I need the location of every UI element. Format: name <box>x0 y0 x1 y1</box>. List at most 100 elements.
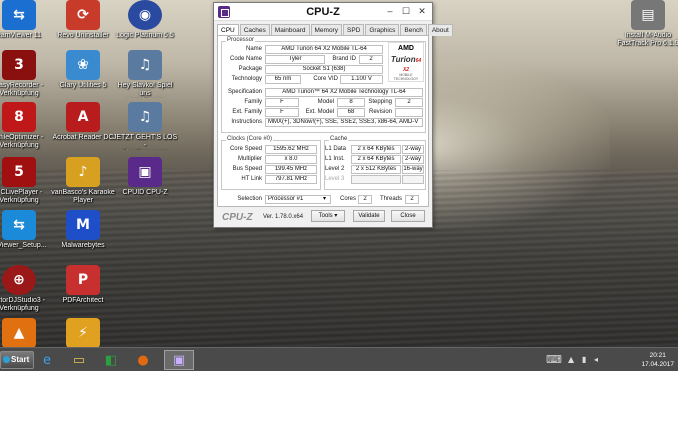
vanbasco-karaoke-icon: ♪ <box>66 157 100 187</box>
code-name-label: Code Name <box>229 56 262 62</box>
ext-family-value: F <box>265 108 299 117</box>
brand-id-label: Brand ID <box>332 56 356 62</box>
tools-button[interactable]: Tools ▾ <box>311 210 345 222</box>
desktop-icon-djstudio[interactable]: ⊕ aktorDJStudio3 - Verknüpfung <box>0 265 52 313</box>
brand-id-value: 2 <box>359 55 383 64</box>
desktop-icon-vlc-player[interactable]: ▲ playe <box>0 318 52 347</box>
bus-speed-label: Bus Speed <box>232 166 262 172</box>
bus-speed-value: 199.45 MHz <box>265 165 317 174</box>
cpuz-tabs: CPU Caches Mainboard Memory SPD Graphics… <box>214 21 453 37</box>
desktop-icon-pdfarchitect[interactable]: P PDFArchitect <box>50 265 116 305</box>
screen: ⇆ eamViewer 11 ⟳ Revo Uninstaller ◉ Logi… <box>0 0 690 431</box>
desktop-icon-winamp[interactable]: ⚡ <box>50 318 116 347</box>
desktop-icon-pcliveplayer[interactable]: 5 PCLivePlayer - Verknüpfung <box>0 157 52 205</box>
pdfarchitect-icon: P <box>66 265 100 295</box>
desktop-icon-logic-platinum[interactable]: ◉ Logic Platinum 5.5 <box>112 0 178 40</box>
multiplier-value: x 8.0 <box>265 155 317 164</box>
desktop-icon-teamviewer[interactable]: ⇆ eamViewer 11 <box>0 0 52 40</box>
desktop-icon-acrobat-reader[interactable]: A Acrobat Reader DC <box>50 102 116 142</box>
idfileoptimizer-icon: 8 <box>2 102 36 132</box>
internet-explorer-icon[interactable]: e <box>32 350 62 370</box>
instructions-value: MMX(+), 3DNow!(+), SSE, SSE2, SSE3, x86-… <box>265 118 423 127</box>
level2-size: 2 x 512 KBytes <box>351 165 401 174</box>
revision-value <box>395 108 423 117</box>
malwarebytes-icon: M <box>66 210 100 240</box>
desktop-icon-vanbasco[interactable]: ♪ vanBasco's Karaoke Player <box>50 157 116 205</box>
system-tray: ⌨ ▲ ▮ ◂ 20:21 17.04.2017 <box>528 348 678 372</box>
installer-icon: ▤ <box>631 0 665 30</box>
show-hidden-icons-icon[interactable]: ▲ <box>568 355 574 364</box>
desktop-icon-revo-uninstaller[interactable]: ⟳ Revo Uninstaller <box>50 0 116 40</box>
core-vid-value: 1.100 V <box>340 75 383 84</box>
ext-model-label: Ext. Model <box>305 109 334 115</box>
keyboard-icon[interactable]: ⌨ <box>546 353 562 366</box>
threads-value: 2 <box>405 195 419 204</box>
djstudio-icon: ⊕ <box>2 265 36 295</box>
level2-ways: 16-way <box>402 165 424 174</box>
network-icon[interactable]: ▮ <box>582 355 586 364</box>
revo-uninstaller-icon: ⟳ <box>66 0 100 30</box>
tab-about[interactable]: About <box>427 24 453 36</box>
desktop-icon-label: idfileOptimizer - Verknüpfung <box>0 134 44 149</box>
cpuz-window: CPU-Z – ☐ ✕ CPU Caches Mainboard Memory … <box>213 2 453 228</box>
teamviewer-icon: ⇆ <box>2 210 36 240</box>
processor-group-title: Processor <box>226 37 256 43</box>
pcliveplayer-icon: 5 <box>2 157 36 187</box>
desktop-icon-malwarebytes[interactable]: M Malwarebytes <box>50 210 116 250</box>
desktop-icon-idfileoptimizer[interactable]: 8 idfileOptimizer - Verknüpfung <box>0 102 52 150</box>
desktop-icon-cpuz[interactable]: ▣ CPUID CPU-Z <box>112 157 178 197</box>
name-value: AMD Turion 64 X2 Mobile TL-64 <box>265 45 383 54</box>
desktop: ⇆ eamViewer 11 ⟳ Revo Uninstaller ◉ Logi… <box>0 0 678 347</box>
multiplier-label: Multiplier <box>237 156 262 162</box>
cpuz-taskbar-icon[interactable]: ▣ <box>164 350 194 370</box>
winamp-icon: ⚡ <box>66 318 100 347</box>
file-explorer-icon[interactable]: ▭ <box>64 350 94 370</box>
turion-tagline: MOBILE TECHNOLOGY <box>393 73 419 81</box>
close-button[interactable]: Close <box>391 210 425 222</box>
selection-label: Selection <box>237 196 262 202</box>
desktop-icon-label: Malwarebytes <box>61 242 105 249</box>
maximize-button[interactable]: ☐ <box>400 5 412 17</box>
close-window-button[interactable]: ✕ <box>416 5 428 17</box>
core-speed-label: Core Speed <box>229 146 262 152</box>
level3-size <box>351 175 401 184</box>
cpuz-icon: ▣ <box>128 157 162 187</box>
desktop-icon-label: Revo Uninstaller <box>57 32 109 39</box>
desktop-icon-hey-slavko[interactable]: ♫ Hey Slavko! Spiel uns eins! (Slavko Av… <box>112 50 178 98</box>
family-label: Family <box>244 99 262 105</box>
desktop-icon-label: Logic Platinum 5.5 <box>116 32 174 39</box>
desktop-icon-install-m-audio[interactable]: ▤ Install M-Audio FastTrack Pro 6.1.9 <box>612 0 678 48</box>
start-button[interactable]: Start <box>0 351 34 369</box>
desktop-icon-label: eamViewer 11 <box>0 32 42 39</box>
desktop-icon-label: easyRecorder - Verknüpfung <box>0 82 43 97</box>
amd-logo-text: AMD <box>398 45 414 52</box>
volume-icon[interactable]: ◂ <box>594 355 598 364</box>
model-label: Model <box>317 99 334 105</box>
technology-value: 65 nm <box>265 75 301 84</box>
chevron-down-icon[interactable]: ▾ <box>323 195 326 202</box>
desktop-icon-jetzt-gehts-los[interactable]: ♫ JETZT GEHT'S LOS - Tim Toupet ## <box>112 102 178 150</box>
cpuz-footer: CPU-Z Ver. 1.78.0.x64 Tools ▾ Validate C… <box>217 209 429 225</box>
clock[interactable]: 20:21 17.04.2017 <box>641 351 674 369</box>
desktop-icon-easyrecorder[interactable]: 3 easyRecorder - Verknüpfung <box>0 50 52 98</box>
firefox-icon[interactable]: ● <box>128 350 158 370</box>
l1-data-size: 2 x 64 KBytes <box>351 145 401 154</box>
cores-label: Cores <box>339 196 356 202</box>
processor-select[interactable]: Processor #1 <box>265 195 331 204</box>
chevron-down-icon: ▾ <box>334 213 338 219</box>
desktop-icon-glary-utilities[interactable]: ❀ Glary Utilities 5 <box>50 50 116 90</box>
desktop-icon-label: Install M-Audio FastTrack Pro 6.1.9 <box>617 32 678 47</box>
glary-utilities-icon: ❀ <box>66 50 100 80</box>
validate-button[interactable]: Validate <box>353 210 385 222</box>
store-icon[interactable]: ◧ <box>96 350 126 370</box>
cores-value: 2 <box>358 195 372 204</box>
desktop-icon-teamviewer-setup[interactable]: ⇆ mViewer_Setup... <box>0 210 52 250</box>
l1-data-ways: 2-way <box>402 145 424 154</box>
ht-link-label: HT Link <box>241 176 262 182</box>
desktop-icon-label: CPUID CPU-Z <box>122 189 168 196</box>
stepping-value: 2 <box>395 98 423 107</box>
cpuz-titlebar[interactable]: CPU-Z – ☐ ✕ <box>214 3 432 21</box>
minimize-button[interactable]: – <box>384 5 396 17</box>
technology-label: Technology <box>231 76 262 82</box>
stepping-label: Stepping <box>368 99 392 105</box>
